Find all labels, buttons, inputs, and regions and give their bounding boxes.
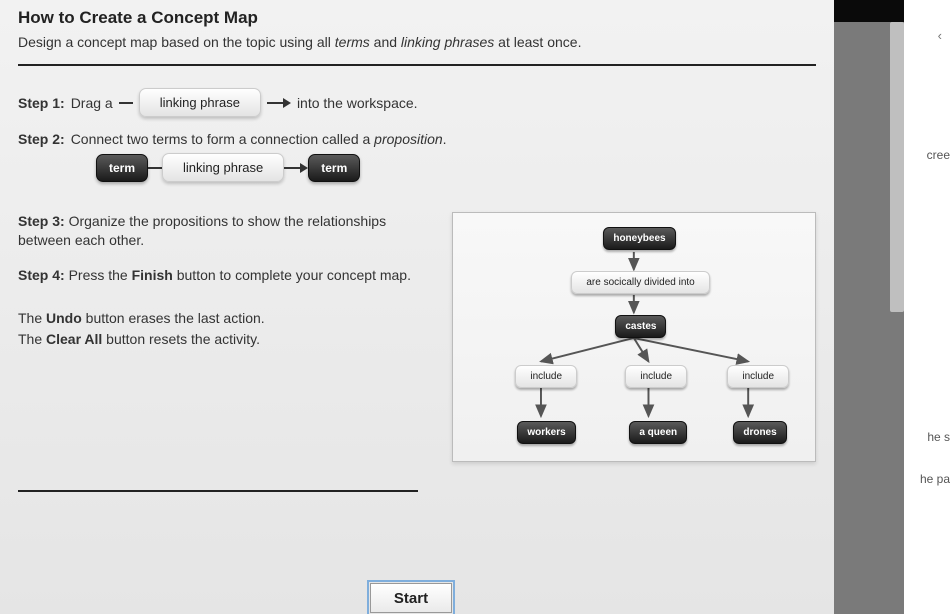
node-honeybees: honeybees	[603, 227, 675, 250]
node-castes: castes	[615, 315, 666, 338]
divider-bottom	[18, 490, 418, 492]
side-dark-top	[834, 0, 904, 22]
chevron-left-icon[interactable]: ‹	[938, 28, 942, 43]
term-node[interactable]: term	[308, 154, 360, 182]
intro-terms: terms	[335, 34, 370, 50]
term-node[interactable]: term	[96, 154, 148, 182]
arrow-right-icon	[284, 163, 308, 173]
intro-post: at least once.	[494, 34, 581, 50]
linking-phrase-node[interactable]: linking phrase	[162, 153, 284, 182]
step3-label: Step 3:	[18, 213, 65, 229]
bg-fragment-1: cree	[927, 148, 950, 162]
intro-linking: linking phrases	[401, 34, 494, 50]
proposition-example: term linking phrase term	[96, 153, 816, 182]
step4-label: Step 4:	[18, 267, 65, 283]
node-divided: are socically divided into	[571, 271, 709, 294]
bg-fragment-3: he pa	[920, 472, 950, 486]
divider-top	[18, 64, 816, 66]
page-title: How to Create a Concept Map	[18, 8, 816, 28]
bg-fragment-2: he s	[927, 430, 950, 444]
node-drones: drones	[733, 421, 786, 444]
undo-note: The Undo button erases the last action.	[18, 309, 430, 328]
step2-label: Step 2:	[18, 131, 65, 147]
intro-and: and	[370, 34, 401, 50]
step1-post: into the workspace.	[297, 95, 418, 111]
example-concept-map: honeybees are socically divided into cas…	[452, 212, 816, 462]
node-include-3: include	[727, 365, 789, 388]
step-1: Step 1: Drag a linking phrase into the w…	[18, 88, 816, 117]
right-gutter: ‹ cree he s he pa	[904, 0, 950, 614]
node-include-2: include	[625, 365, 687, 388]
side-dark-strip	[834, 0, 904, 614]
step3-text: Organize the propositions to show the re…	[18, 213, 386, 248]
node-queen: a queen	[629, 421, 687, 444]
start-button[interactable]: Start	[370, 583, 452, 613]
clear-note: The Clear All button resets the activity…	[18, 330, 430, 349]
intro-text: Design a concept map based on the topic …	[18, 34, 816, 50]
linking-phrase-example[interactable]: linking phrase	[139, 88, 261, 117]
step2-text: Connect two terms to form a connection c…	[71, 131, 447, 147]
connector-line	[148, 167, 162, 169]
clear-all-bold: Clear All	[46, 331, 102, 347]
step1-pre: Drag a	[71, 95, 113, 111]
node-include-1: include	[515, 365, 577, 388]
undo-bold: Undo	[46, 310, 82, 326]
steps-text-column: Step 3: Organize the propositions to sho…	[18, 212, 430, 364]
connector-line	[119, 102, 133, 104]
step-2: Step 2: Connect two terms to form a conn…	[18, 131, 816, 147]
scrollbar-thumb[interactable]	[890, 22, 904, 312]
arrow-right-icon	[267, 98, 291, 108]
node-workers: workers	[517, 421, 575, 444]
step-4: Step 4: Press the Finish button to compl…	[18, 266, 430, 285]
step-3: Step 3: Organize the propositions to sho…	[18, 212, 430, 250]
step1-label: Step 1:	[18, 95, 65, 111]
finish-bold: Finish	[132, 267, 173, 283]
instructions-panel: How to Create a Concept Map Design a con…	[0, 0, 834, 614]
intro-pre: Design a concept map based on the topic …	[18, 34, 335, 50]
